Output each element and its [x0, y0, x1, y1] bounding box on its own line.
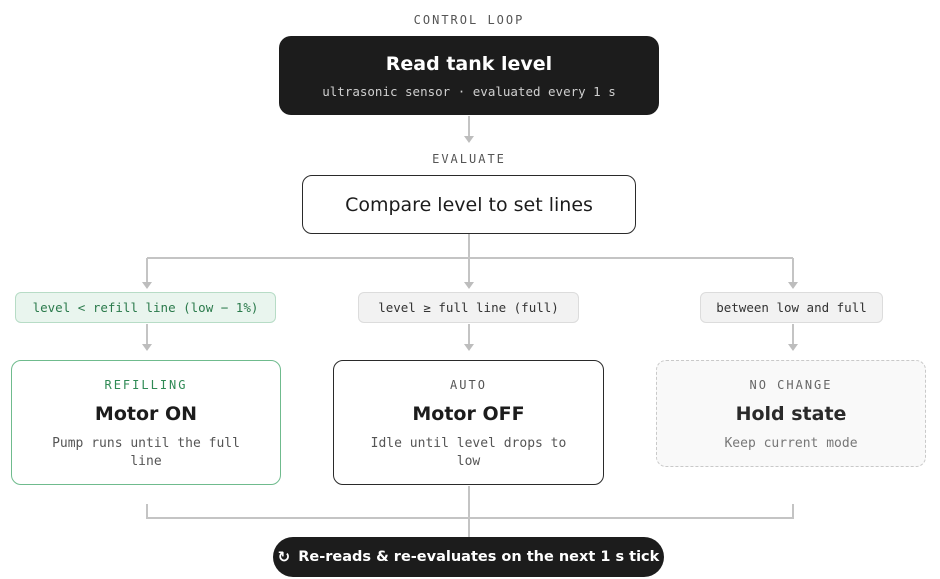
state-no-change-desc: Keep current mode — [724, 436, 858, 451]
condition-refill: level < refill line (low − 1%) — [15, 292, 276, 323]
state-auto: AUTO Motor OFF Idle until level drops to… — [333, 360, 604, 485]
state-refilling-tag: REFILLING — [104, 378, 188, 392]
arrowhead — [464, 136, 474, 143]
compare-node: Compare level to set lines — [302, 175, 636, 234]
arrowhead — [464, 344, 474, 351]
state-refilling: REFILLING Motor ON Pump runs until the f… — [11, 360, 281, 485]
read-node-subtitle: ultrasonic sensor · evaluated every 1 s — [322, 84, 616, 99]
state-refilling-desc: Pump runs until the full line — [52, 436, 240, 469]
state-auto-tag: AUTO — [450, 378, 487, 392]
compare-node-title: Compare level to set lines — [345, 193, 593, 216]
state-refilling-name: Motor ON — [94, 403, 198, 425]
read-tank-level-node: Read tank level ultrasonic sensor · eval… — [279, 36, 659, 115]
condition-between-text: between low and full — [716, 300, 867, 315]
refresh-icon: ↻ — [277, 548, 291, 566]
arrowhead — [788, 282, 798, 289]
state-no-change-name: Hold state — [735, 403, 847, 425]
condition-full: level ≥ full line (full) — [358, 292, 579, 323]
arrowhead — [142, 282, 152, 289]
condition-refill-text: level < refill line (low − 1%) — [32, 300, 259, 315]
loop-footer-label: Re-reads & re-evaluates on the next 1 s … — [298, 549, 660, 565]
control-loop-label: CONTROL LOOP — [413, 13, 525, 27]
arrowhead — [142, 344, 152, 351]
arrowhead — [464, 282, 474, 289]
state-auto-desc: Idle until level drops to low — [370, 436, 567, 469]
state-auto-name: Motor OFF — [412, 403, 525, 425]
evaluate-label: EVALUATE — [432, 152, 506, 166]
state-no-change: NO CHANGE Hold state Keep current mode — [656, 360, 926, 467]
arrowhead — [788, 344, 798, 351]
condition-full-text: level ≥ full line (full) — [378, 300, 559, 315]
read-node-title: Read tank level — [385, 53, 553, 75]
state-no-change-tag: NO CHANGE — [749, 378, 833, 392]
loop-footer-pill: ↻ Re-reads & re-evaluates on the next 1 … — [273, 537, 664, 577]
condition-between: between low and full — [700, 292, 883, 323]
